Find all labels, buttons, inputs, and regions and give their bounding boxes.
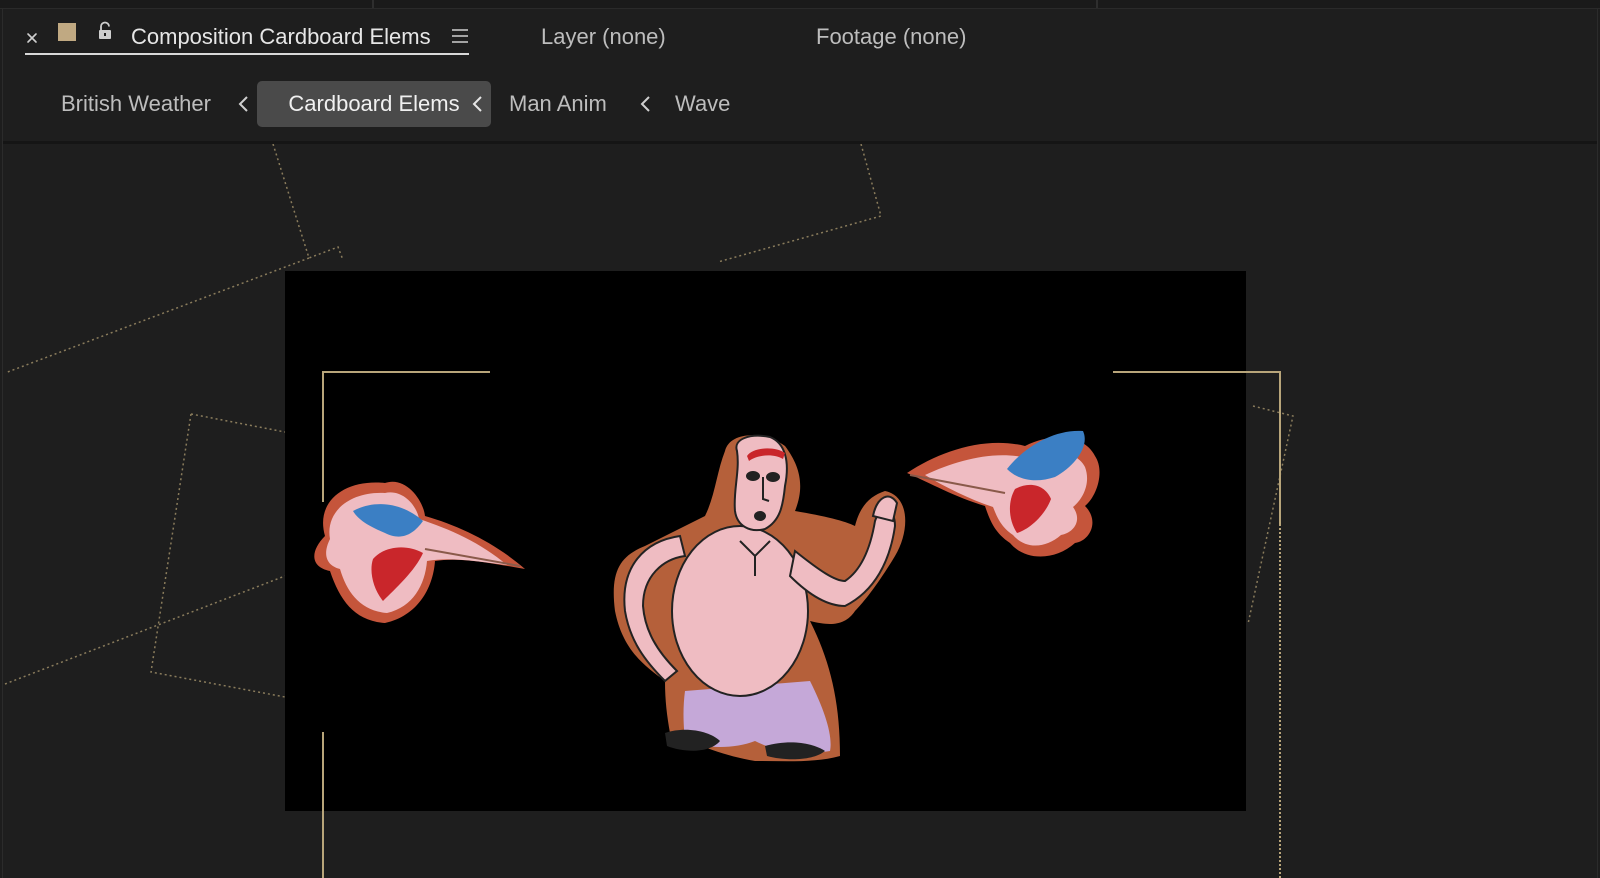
breadcrumb-british-weather[interactable]: British Weather [61,81,211,127]
unlock-icon[interactable] [97,21,113,41]
active-tab-underline [25,53,469,55]
mosquito-left[interactable] [314,481,525,623]
chevron-left-icon [238,96,248,112]
chevron-left-icon [472,96,482,112]
panel-divider[interactable] [372,0,374,8]
close-icon[interactable] [25,31,39,45]
breadcrumb-man-anim[interactable]: Man Anim [509,81,607,127]
panel-tab-row: Composition Cardboard Elems Layer (none)… [3,9,1597,67]
label-color-swatch[interactable] [58,23,76,41]
composition-panel: Composition Cardboard Elems Layer (none)… [2,9,1598,878]
breadcrumb-cardboard-elems[interactable]: Cardboard Elems [257,81,491,127]
panel-divider[interactable] [1096,0,1098,8]
mosquito-right[interactable] [907,430,1100,557]
tab-composition[interactable]: Composition Cardboard Elems [131,19,431,55]
composition-viewer[interactable] [3,144,1597,878]
cardboard-man[interactable] [613,434,906,762]
breadcrumb-wave[interactable]: Wave [675,81,730,127]
panel-menu-icon[interactable] [451,28,469,44]
tab-footage[interactable]: Footage (none) [816,19,966,55]
tab-layer[interactable]: Layer (none) [541,19,666,55]
chevron-left-icon [640,96,650,112]
top-panel-strip [0,0,1600,9]
canvas-artwork [314,430,1100,762]
composition-canvas[interactable] [285,271,1246,811]
composition-navigator: British Weather Cardboard Elems Man Anim… [3,71,1597,137]
